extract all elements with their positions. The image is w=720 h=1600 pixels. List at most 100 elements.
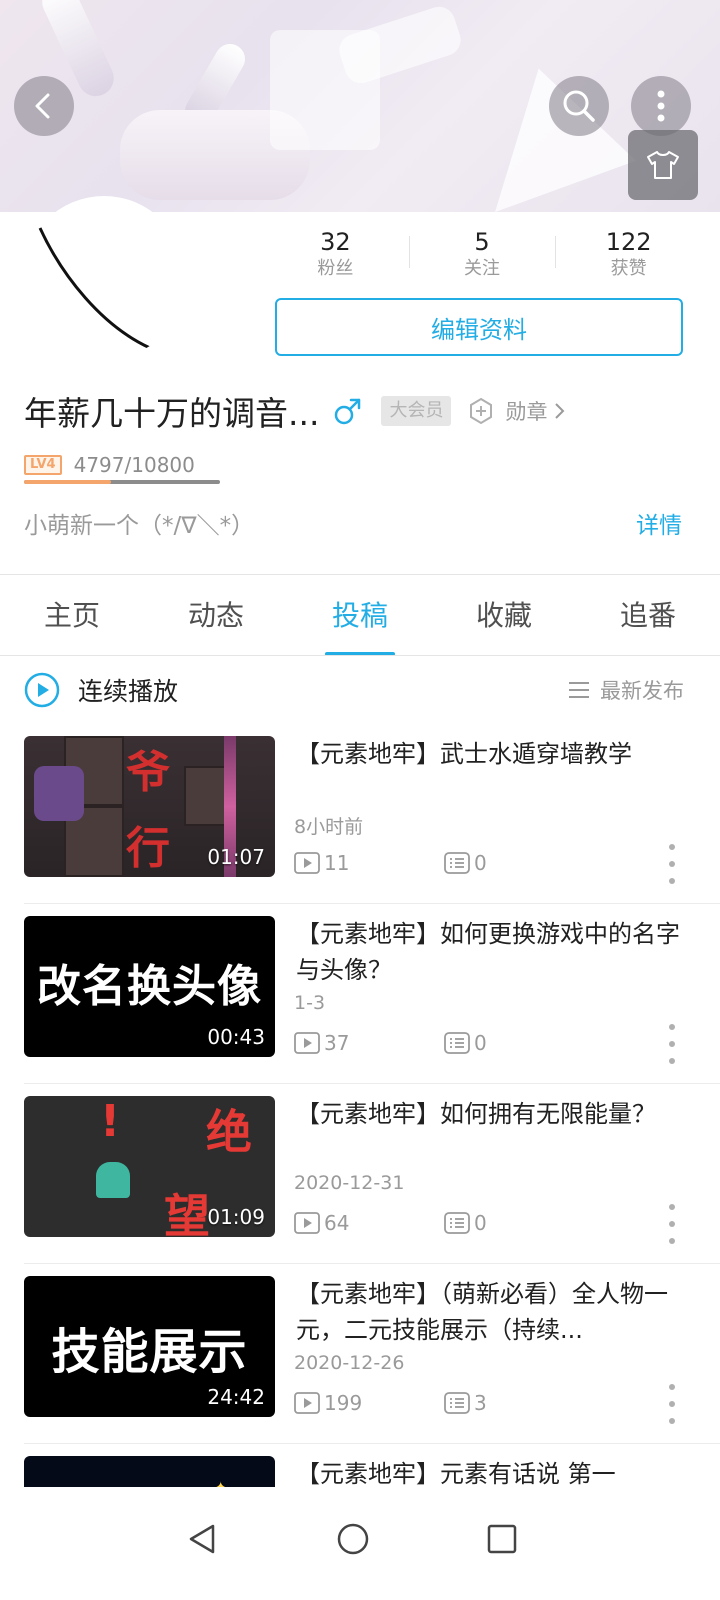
- profile-tabs: 主页 动态 投稿 收藏 追番: [0, 576, 720, 656]
- thumb-decor: 绝: [206, 1105, 252, 1159]
- video-thumbnail[interactable]: 爷 行 01:07: [24, 736, 275, 877]
- edit-profile-button[interactable]: 编辑资料: [275, 298, 683, 356]
- stat-value: 32: [320, 228, 351, 256]
- search-button[interactable]: [549, 76, 609, 136]
- stat-fans[interactable]: 32 粉丝: [262, 228, 409, 288]
- stat-following[interactable]: 5 关注: [408, 228, 556, 288]
- play-count-value: 37: [324, 1031, 350, 1055]
- video-thumbnail[interactable]: 技能展示 24:42: [24, 1276, 275, 1417]
- thumb-character: [34, 766, 84, 821]
- stat-value: 5: [474, 228, 490, 256]
- comment-count-value: 3: [474, 1391, 487, 1415]
- nav-recents-button[interactable]: [472, 1509, 532, 1569]
- video-date: 1-3: [294, 992, 326, 1014]
- theme-button[interactable]: [628, 130, 698, 200]
- thumb-text: 技能展示: [51, 1324, 248, 1380]
- video-more-icon[interactable]: [662, 1384, 682, 1424]
- comment-icon: [444, 1392, 470, 1414]
- nav-back-button[interactable]: [172, 1509, 232, 1569]
- play-count: 64: [294, 1211, 349, 1235]
- play-count-icon: [294, 852, 320, 874]
- star-icon: ✦: [214, 1478, 227, 1487]
- tab-favorites[interactable]: 收藏: [432, 576, 576, 656]
- video-stats: 64 0: [294, 1208, 487, 1238]
- play-count-icon: [294, 1032, 320, 1054]
- thumb-decor: 望: [164, 1189, 210, 1237]
- video-item[interactable]: ! 绝 望 01:09 【元素地牢】如何拥有无限能量？ 2020-12-31 6…: [0, 1084, 720, 1264]
- tshirt-icon: [647, 151, 679, 179]
- comment-icon: [444, 1032, 470, 1054]
- video-list: 爷 行 01:07 【元素地牢】武士水遁穿墙教学 8小时前 11 0 改名换头像…: [0, 724, 720, 1487]
- play-count: 199: [294, 1391, 362, 1415]
- tab-home[interactable]: 主页: [0, 576, 144, 656]
- avatar[interactable]: [22, 196, 186, 360]
- play-count-icon: [294, 1212, 320, 1234]
- username[interactable]: 年薪几十万的调音...: [24, 387, 319, 435]
- medal-icon: [470, 397, 493, 425]
- comment-count: 0: [444, 1031, 487, 1055]
- video-date: 2020-12-31: [294, 1172, 405, 1194]
- medal-label: 勋章: [505, 400, 548, 424]
- thumb-decor: 爷: [126, 747, 170, 798]
- video-thumbnail[interactable]: ! 绝 望 01:09: [24, 1096, 275, 1237]
- play-all-label: 连续播放: [78, 677, 179, 706]
- video-title[interactable]: 【元素地牢】武士水遁穿墙教学: [296, 736, 688, 772]
- video-more-icon[interactable]: [662, 844, 682, 884]
- play-count-value: 199: [324, 1391, 363, 1415]
- comment-count: 0: [444, 851, 487, 875]
- exp-progress-bar: [24, 480, 220, 484]
- level-badge: LV4: [24, 455, 62, 475]
- video-title[interactable]: 【元素地牢】（萌新必看）全人物一元，二元技能展示（持续...: [296, 1276, 688, 1348]
- video-thumbnail[interactable]: ✦: [24, 1456, 275, 1487]
- stat-label: 粉丝: [317, 258, 354, 279]
- divider: [0, 655, 720, 656]
- stat-label: 获赞: [610, 258, 647, 279]
- video-title[interactable]: 【元素地牢】如何更换游戏中的名字与头像？: [296, 916, 688, 988]
- sort-button[interactable]: 最新发布: [568, 668, 684, 712]
- video-title[interactable]: 【元素地牢】如何拥有无限能量？: [296, 1096, 688, 1132]
- video-date: 8小时前: [294, 816, 364, 838]
- video-more-icon[interactable]: [662, 1204, 682, 1244]
- tab-dynamics[interactable]: 动态: [144, 576, 288, 656]
- video-stats: 11 0: [294, 848, 487, 878]
- video-more-icon[interactable]: [662, 1024, 682, 1064]
- search-icon: [563, 90, 595, 122]
- banner-shape: [454, 47, 636, 212]
- video-duration: 01:09: [207, 1205, 265, 1229]
- nav-home-button[interactable]: [323, 1509, 383, 1569]
- tab-bangumi[interactable]: 追番: [576, 576, 720, 656]
- play-count: 37: [294, 1031, 349, 1055]
- stat-likes[interactable]: 122 获赞: [555, 228, 702, 288]
- vip-badge[interactable]: 大会员: [381, 396, 452, 426]
- exp-text: 4797/10800: [73, 453, 195, 477]
- comment-count: 0: [444, 1211, 487, 1235]
- play-circle-icon: [24, 672, 60, 708]
- play-all-button[interactable]: 连续播放: [24, 668, 178, 712]
- medal-link[interactable]: 勋章: [467, 396, 567, 426]
- more-button[interactable]: [631, 76, 691, 136]
- video-date: 2020-12-26: [294, 1352, 405, 1374]
- thumb-text: 改名换头像: [37, 961, 262, 1012]
- video-item[interactable]: 技能展示 24:42 【元素地牢】（萌新必看）全人物一元，二元技能展示（持续..…: [0, 1264, 720, 1444]
- video-title[interactable]: 【元素地牢】元素有话说 第一: [296, 1456, 688, 1487]
- tab-uploads[interactable]: 投稿: [288, 576, 432, 656]
- exp-progress-fill: [24, 480, 112, 484]
- video-thumbnail[interactable]: 改名换头像 00:43: [24, 916, 275, 1057]
- thumb-decor: 行: [126, 823, 170, 874]
- video-duration: 01:07: [207, 845, 265, 869]
- level-row: LV4 4797/10800: [24, 450, 195, 480]
- detail-link[interactable]: 详情: [636, 506, 682, 540]
- comment-count-value: 0: [474, 851, 487, 875]
- divider: [555, 236, 557, 268]
- chevron-right-icon: [555, 403, 565, 419]
- divider: [408, 236, 410, 268]
- video-item[interactable]: ✦ 【元素地牢】元素有话说 第一: [0, 1444, 720, 1487]
- system-nav-bar: [0, 1487, 720, 1600]
- play-count-value: 11: [324, 851, 350, 875]
- thumb-decor: !: [100, 1096, 121, 1147]
- back-button[interactable]: [14, 76, 74, 136]
- circle-home-icon: [337, 1523, 369, 1555]
- comment-count-value: 0: [474, 1031, 487, 1055]
- video-item[interactable]: 爷 行 01:07 【元素地牢】武士水遁穿墙教学 8小时前 11 0: [0, 724, 720, 904]
- video-item[interactable]: 改名换头像 00:43 【元素地牢】如何更换游戏中的名字与头像？ 1-3 37 …: [0, 904, 720, 1084]
